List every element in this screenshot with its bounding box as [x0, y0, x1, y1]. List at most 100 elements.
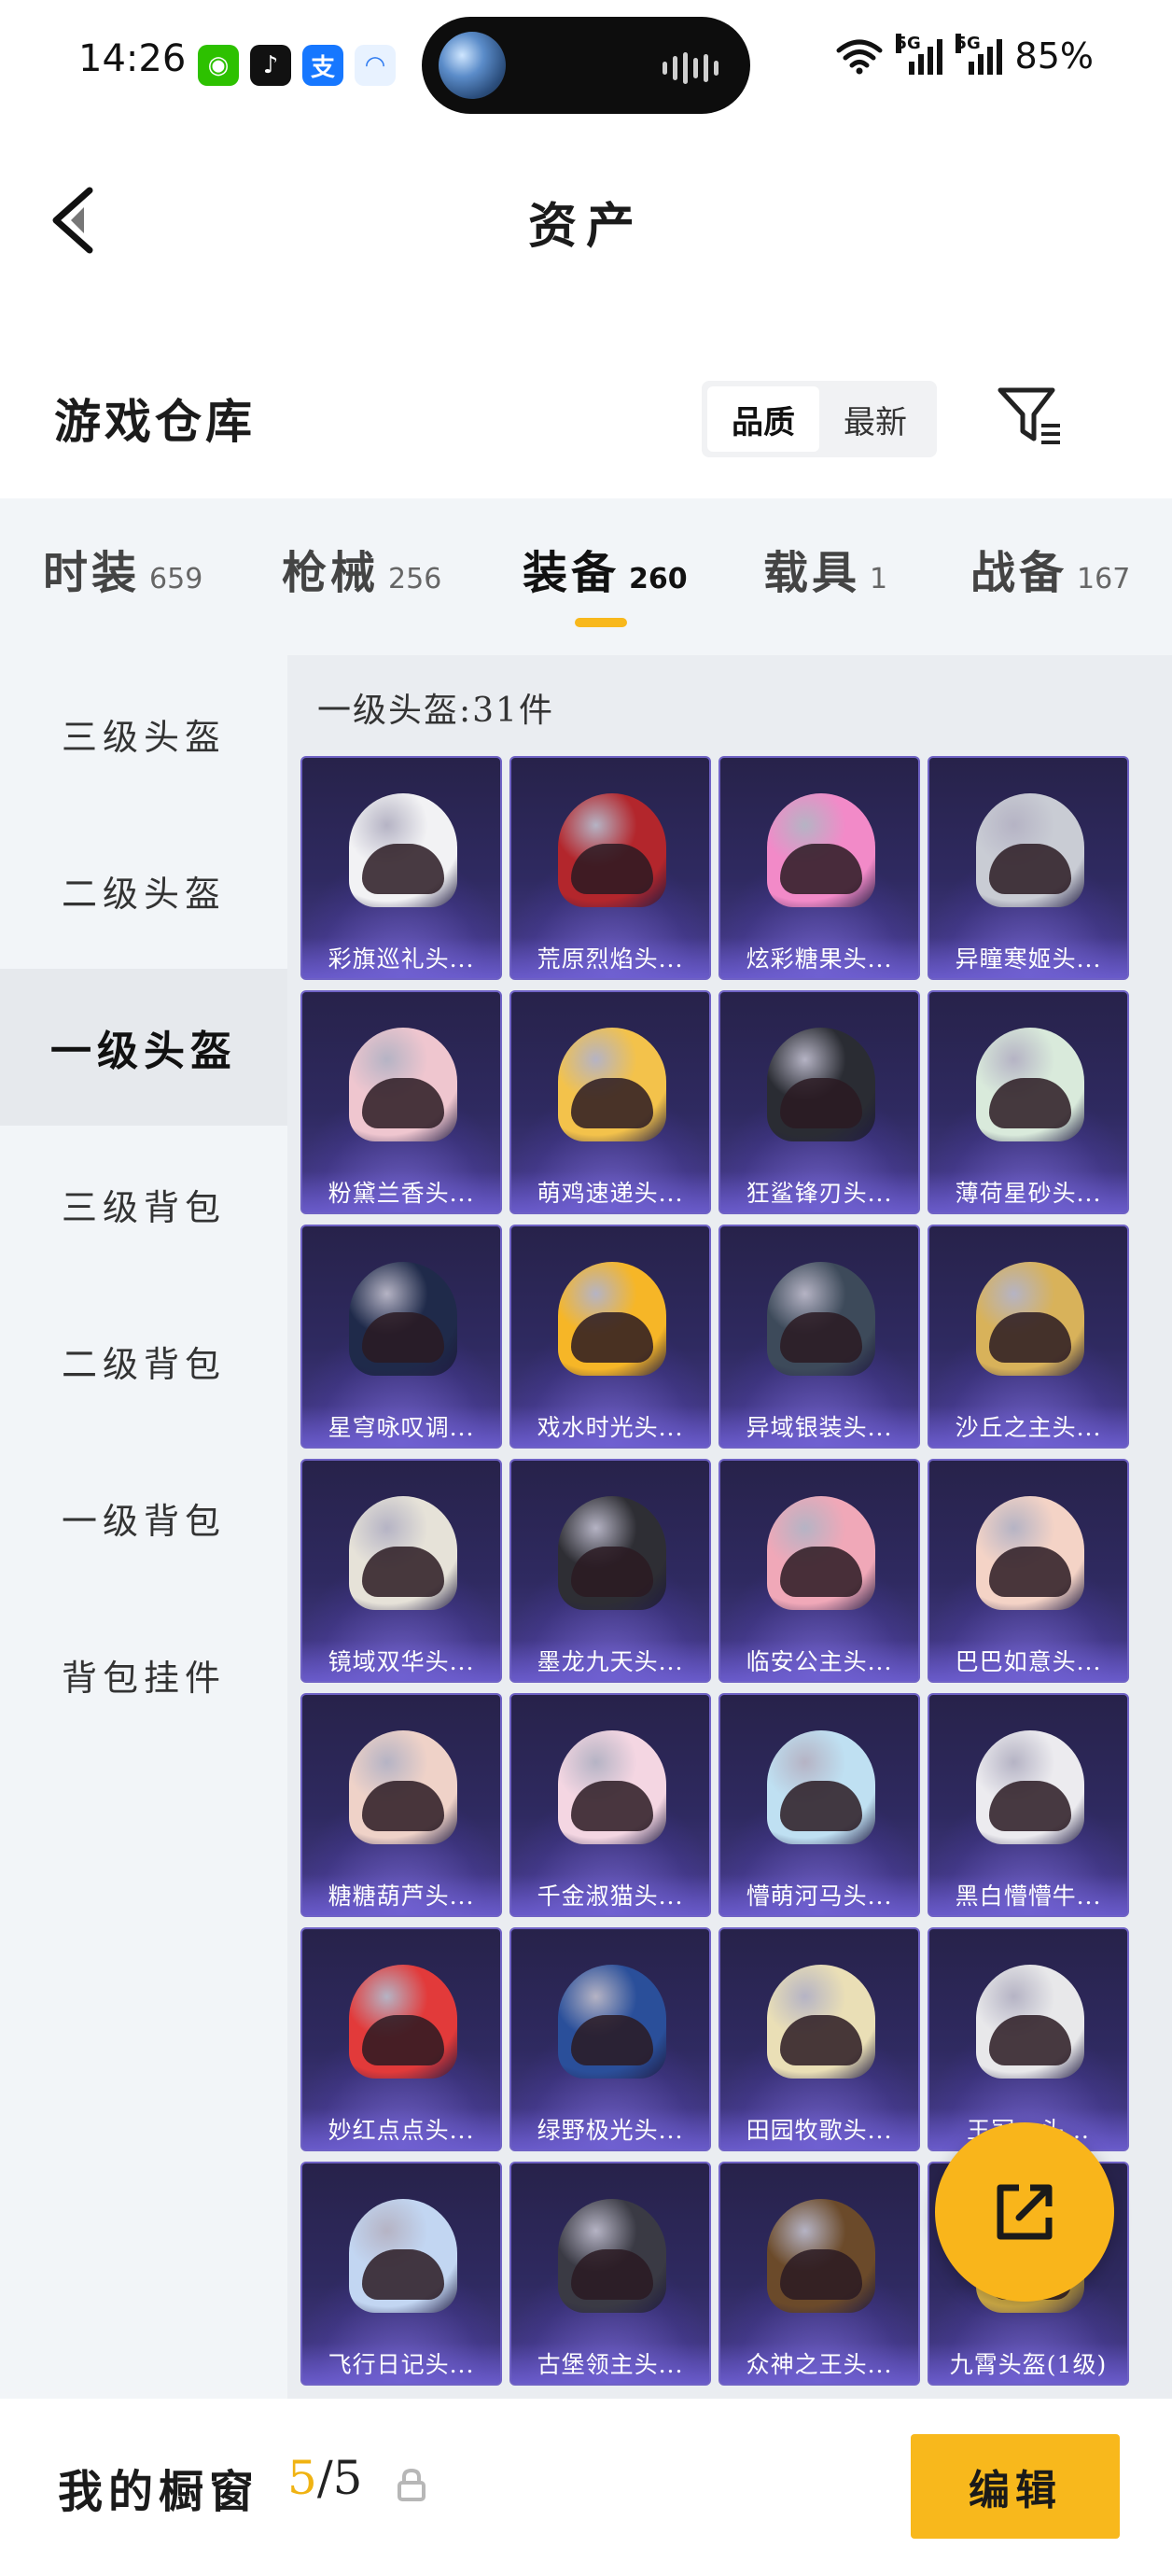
- item-name: 糖糖葫芦头...: [302, 1874, 500, 1915]
- item-name: 古堡领主头...: [511, 2343, 709, 2384]
- helmet-visor: [780, 844, 862, 894]
- item-card[interactable]: 狂鲨锋刃头...: [719, 990, 920, 1214]
- helmet-visor: [362, 844, 444, 894]
- item-card[interactable]: 绿野极光头...: [509, 1927, 711, 2151]
- helmet-visor: [989, 1781, 1071, 1831]
- helmet-visor: [571, 2249, 653, 2300]
- sort-latest-button[interactable]: 最新: [819, 386, 931, 452]
- item-name: 绿野极光头...: [511, 2108, 709, 2149]
- item-card[interactable]: 临安公主头...: [719, 1459, 920, 1683]
- battery-level: 85%: [1014, 35, 1094, 77]
- sort-toggle: 品质 最新: [702, 381, 937, 457]
- helmet-visor: [362, 1547, 444, 1597]
- item-card[interactable]: 墨龙九天头...: [509, 1459, 711, 1683]
- tab-battle-gear[interactable]: 战备 167: [970, 536, 1130, 601]
- item-card[interactable]: 王冠...头...: [928, 1927, 1129, 2151]
- section-title: 一级头盔:31件: [317, 692, 554, 730]
- tab-count: 167: [1077, 563, 1131, 595]
- tab-vehicles[interactable]: 载具 1: [763, 536, 887, 601]
- helmet-visor: [571, 2015, 653, 2065]
- tab-label: 战备: [970, 547, 1068, 599]
- item-name: 临安公主头...: [720, 1640, 918, 1681]
- item-card[interactable]: 沙丘之主头...: [928, 1225, 1129, 1449]
- item-card[interactable]: 异瞳寒姬头...: [928, 756, 1129, 980]
- sidebar-item-level1-backpack[interactable]: 一级背包: [0, 1439, 287, 1596]
- item-card[interactable]: 妙红点点头...: [300, 1927, 502, 2151]
- item-card[interactable]: 戏水时光头...: [509, 1225, 711, 1449]
- item-card[interactable]: 镜域双华头...: [300, 1459, 502, 1683]
- tab-count: 1: [870, 563, 888, 595]
- item-card[interactable]: 田园牧歌头...: [719, 1927, 920, 2151]
- item-card[interactable]: 千金淑猫头...: [509, 1693, 711, 1917]
- helmet-visor: [780, 1547, 862, 1597]
- item-name: 妙红点点头...: [302, 2108, 500, 2149]
- helmet-visor: [362, 2249, 444, 2300]
- showcase-label: 我的橱窗: [58, 2466, 260, 2518]
- helmet-visor: [989, 1312, 1071, 1363]
- status-bar: 14:26 ◉ ♪ 支 ◠ 5G 5G 85%: [0, 0, 1172, 131]
- item-name: 粉黛兰香头...: [302, 1171, 500, 1212]
- sidebar-item-level2-helmet[interactable]: 二级头盔: [0, 812, 287, 969]
- helmet-visor: [989, 2015, 1071, 2065]
- item-card[interactable]: 荒原烈焰头...: [509, 756, 711, 980]
- item-card[interactable]: 薄荷星砂头...: [928, 990, 1129, 1214]
- edit-button[interactable]: 编辑: [911, 2434, 1120, 2539]
- tab-equipment[interactable]: 装备 260: [523, 536, 688, 601]
- sidebar-item-level3-helmet[interactable]: 三级头盔: [0, 655, 287, 812]
- helmet-visor: [571, 1078, 653, 1128]
- helmet-visor: [780, 2015, 862, 2065]
- sidebar-item-level3-backpack[interactable]: 三级背包: [0, 1126, 287, 1282]
- item-card[interactable]: 巴巴如意头...: [928, 1459, 1129, 1683]
- category-tabs: 时装 659 枪械 256 装备 260 载具 1 战备 167: [0, 498, 1172, 655]
- tab-weapons[interactable]: 枪械 256: [282, 536, 441, 601]
- tab-count: 659: [149, 563, 203, 595]
- item-name: 黑白懵懵牛...: [929, 1874, 1127, 1915]
- item-name: 巴巴如意头...: [929, 1640, 1127, 1681]
- item-card[interactable]: 黑白懵懵牛...: [928, 1693, 1129, 1917]
- subcategory-sidebar: 三级头盔 二级头盔 一级头盔 三级背包 二级背包 一级背包 背包挂件: [0, 655, 287, 2399]
- item-card[interactable]: 萌鸡速递头...: [509, 990, 711, 1214]
- item-name: 萌鸡速递头...: [511, 1171, 709, 1212]
- item-name: 田园牧歌头...: [720, 2108, 918, 2149]
- helmet-visor: [571, 844, 653, 894]
- wechat-icon: ◉: [198, 45, 239, 86]
- item-card[interactable]: 糖糖葫芦头...: [300, 1693, 502, 1917]
- sidebar-item-level1-helmet[interactable]: 一级头盔: [0, 969, 287, 1126]
- sidebar-item-level2-backpack[interactable]: 二级背包: [0, 1282, 287, 1439]
- helmet-visor: [989, 844, 1071, 894]
- page-title: 资产: [527, 198, 644, 255]
- helmet-visor: [362, 1078, 444, 1128]
- showcase-current: 5: [287, 2451, 317, 2505]
- item-name: 镜域双华头...: [302, 1640, 500, 1681]
- tiktok-icon: ♪: [250, 45, 291, 86]
- item-name: 沙丘之主头...: [929, 1406, 1127, 1447]
- sort-quality-button[interactable]: 品质: [707, 386, 819, 452]
- share-button[interactable]: [935, 2122, 1114, 2302]
- item-card[interactable]: 粉黛兰香头...: [300, 990, 502, 1214]
- item-card[interactable]: 异域银装头...: [719, 1225, 920, 1449]
- item-card[interactable]: 炫彩糖果头...: [719, 756, 920, 980]
- helmet-visor: [571, 1547, 653, 1597]
- item-name: 千金淑猫头...: [511, 1874, 709, 1915]
- item-card[interactable]: 彩旗巡礼头...: [300, 756, 502, 980]
- item-card[interactable]: 星穹咏叹调...: [300, 1225, 502, 1449]
- signal-icon: 5G: [895, 34, 942, 75]
- tab-fashion[interactable]: 时装 659: [43, 536, 202, 601]
- helmet-visor: [989, 1547, 1071, 1597]
- item-name: 九霄头盔(1级): [929, 2343, 1127, 2384]
- item-card[interactable]: 古堡领主头...: [509, 2162, 711, 2386]
- filter-list-icon[interactable]: [997, 383, 1064, 450]
- sidebar-item-backpack-charm[interactable]: 背包挂件: [0, 1596, 287, 1753]
- item-card[interactable]: 飞行日记头...: [300, 2162, 502, 2386]
- tab-label: 枪械: [282, 547, 380, 599]
- item-card[interactable]: 众神之王头...: [719, 2162, 920, 2386]
- helmet-visor: [362, 1781, 444, 1831]
- item-name: 薄荷星砂头...: [929, 1171, 1127, 1212]
- signal-icon: 5G: [955, 34, 1002, 75]
- helmet-visor: [780, 2249, 862, 2300]
- item-card[interactable]: 懵萌河马头...: [719, 1693, 920, 1917]
- tab-count: 256: [388, 563, 442, 595]
- item-name: 戏水时光头...: [511, 1406, 709, 1447]
- wifi-icon: [836, 39, 883, 75]
- helmet-visor: [362, 1312, 444, 1363]
